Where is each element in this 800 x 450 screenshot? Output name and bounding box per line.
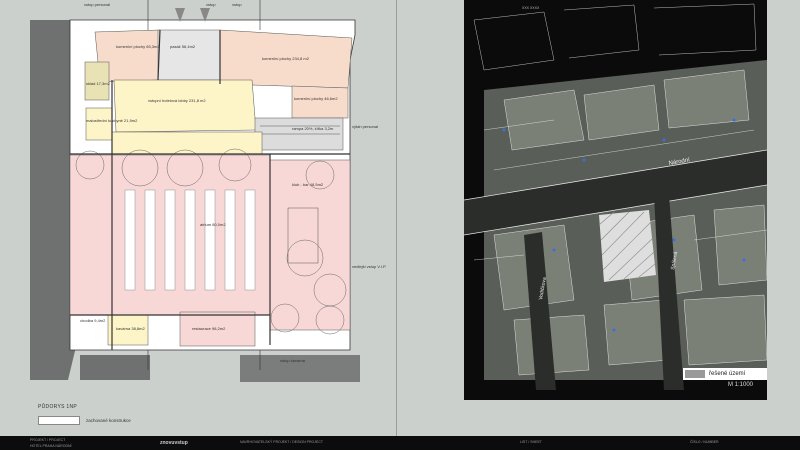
- legend-label: zachované konstrukce: [86, 418, 131, 423]
- legend-swatch: [38, 416, 80, 425]
- footer-sheet: LIST / SHEET: [520, 440, 542, 444]
- room-label: kavárna 38,8m2: [116, 326, 145, 331]
- room-label: atrium 80,0m2: [200, 222, 226, 227]
- side-label: výtah personal: [352, 124, 378, 129]
- footer-center: NAVRHOVATELSKÝ PROJEKT / DESIGN PROJECT: [240, 440, 323, 444]
- room-label: chodba 9,4m2: [80, 318, 106, 323]
- sheet-divider: [396, 0, 397, 436]
- side-label: vedlejší vstup V.I.P.: [352, 264, 386, 269]
- title-block: PROJEKT / PROJECT HOTEL PRAHA NÁRODNÍ zn…: [0, 436, 800, 450]
- room-label: sklad 17,3m2: [86, 81, 111, 86]
- entrance-label: vstup: [206, 2, 216, 7]
- room-label: klub - bar 48,5m2: [292, 182, 324, 187]
- footer-number: ČÍSLO / NUMBER: [690, 440, 719, 444]
- area-swatch: [685, 370, 705, 378]
- entrance-label: vstup personál: [84, 2, 110, 7]
- footer-value: HOTEL PRAHA NÁRODNÍ: [30, 444, 72, 448]
- site-map: Národní Vodičkova Spálená XXX XXXX: [464, 0, 767, 400]
- floor-plan-drawing: komerční plochy 65,3m2 pasáž 56,4m2 kome…: [30, 0, 386, 382]
- room-label: komerční plochy 234,8 m2: [262, 56, 310, 61]
- drawing-sheet: komerční plochy 65,3m2 pasáž 56,4m2 kome…: [0, 0, 800, 436]
- room-label: restaurace 98,2m2: [192, 326, 226, 331]
- room-label: malostřední kuchyně 21,9m2: [86, 118, 138, 123]
- room-label: komerční plochy 65,3m2: [116, 44, 160, 49]
- room-label: komerční plochy 46,6m2: [294, 96, 338, 101]
- room-label: rampa 20%, šířka 3,2m: [292, 126, 334, 131]
- map-top-text: XXX XXXX: [522, 6, 540, 10]
- side-label: vstup kavárna: [280, 358, 306, 363]
- room-label: vstupní hotelová lobby 231,8 m2: [148, 98, 206, 103]
- footer-label: PROJEKT / PROJECT: [30, 438, 66, 442]
- map-legend: řešené území: [683, 368, 767, 380]
- legend: zachované konstrukce: [38, 416, 131, 425]
- plan-title: PŮDORYS 1NP: [38, 404, 78, 410]
- site-map-drawing: Národní Vodičkova Spálená XXX XXXX: [464, 0, 767, 400]
- entrance-label: vstup: [232, 2, 242, 7]
- floor-plan: komerční plochy 65,3m2 pasáž 56,4m2 kome…: [30, 0, 402, 390]
- footer-brand: znovuvstup: [160, 440, 188, 446]
- area-label: řešené území: [709, 371, 746, 377]
- map-scale: M 1:1000: [728, 382, 754, 388]
- room-label: pasáž 56,4m2: [170, 44, 196, 49]
